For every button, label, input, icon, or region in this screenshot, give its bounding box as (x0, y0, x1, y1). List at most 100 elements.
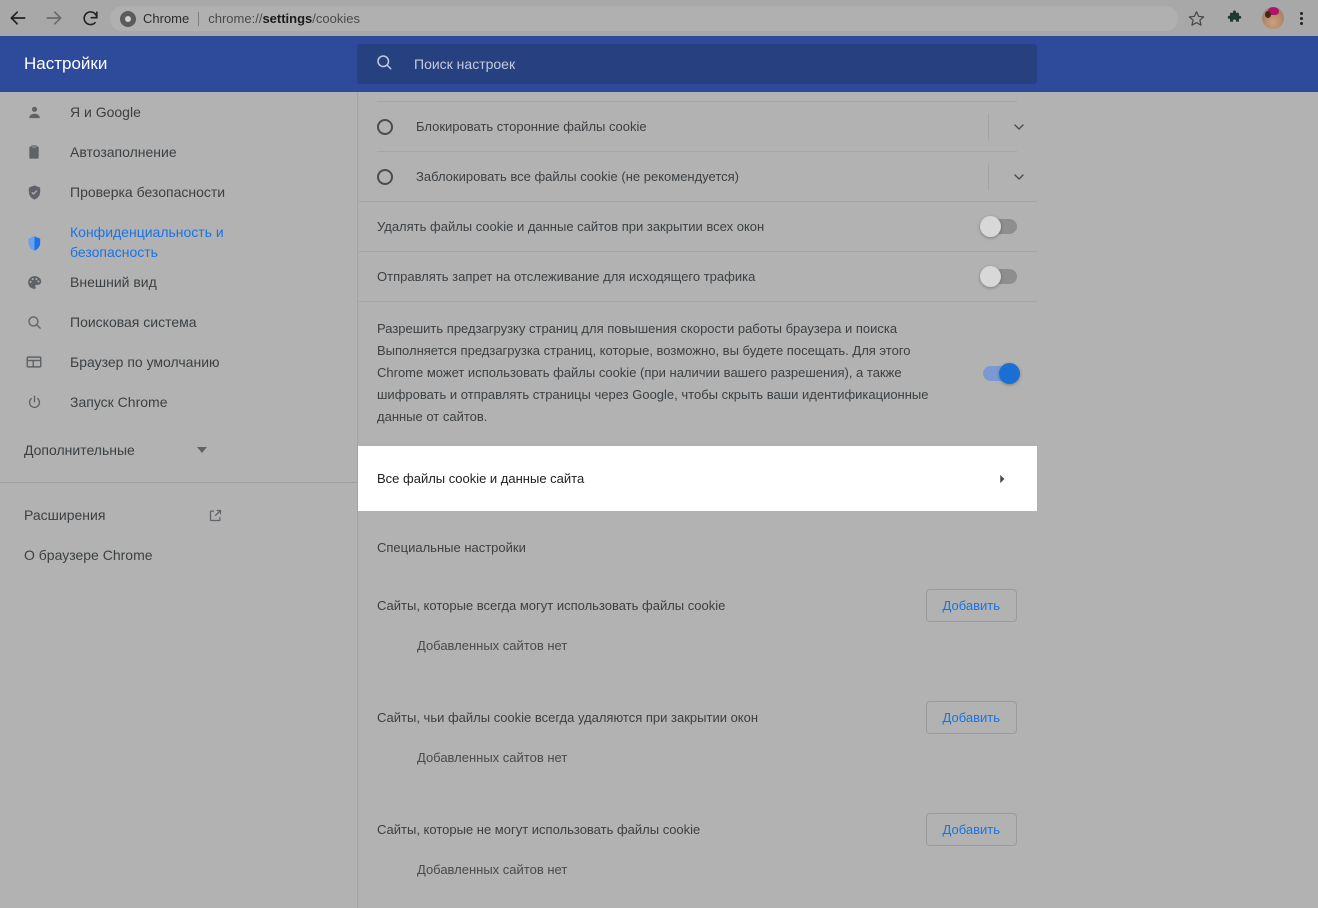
radio-button-icon[interactable] (377, 169, 393, 185)
add-button-clear-on-exit[interactable]: Добавить (926, 701, 1017, 734)
arrow-right-icon (44, 8, 64, 28)
row-separator (988, 114, 989, 140)
avatar[interactable] (1262, 7, 1284, 29)
clipboard-icon (24, 142, 44, 162)
forward-button[interactable] (36, 0, 72, 36)
shield-check-icon (24, 182, 44, 202)
sidebar-item-privacy-and-security[interactable]: Конфиденциальность и безопасность (0, 212, 357, 262)
sidebar-extensions-label: Расширения (24, 505, 208, 525)
window-icon (24, 352, 44, 372)
settings-content: Блокировать сторонние файлы cookie Забло… (357, 92, 1037, 908)
special-settings-title: Специальные настройки (357, 511, 1037, 557)
search-icon (24, 312, 44, 332)
sidebar-item-you-and-google[interactable]: Я и Google (0, 92, 357, 132)
extensions-button[interactable] (1226, 8, 1246, 28)
sidebar-item-advanced[interactable]: Дополнительные (0, 430, 357, 470)
radio-label: Блокировать сторонние файлы cookie (416, 119, 988, 134)
preload-text-block: Разрешить предзагрузку страниц для повыш… (377, 318, 983, 428)
permission-label: Сайты, которые всегда могут использовать… (377, 598, 926, 613)
radio-label: Заблокировать все файлы cookie (не реком… (416, 169, 988, 184)
sidebar-item-appearance[interactable]: Внешний вид (0, 262, 357, 302)
permission-label: Сайты, чьи файлы cookie всегда удаляются… (377, 710, 926, 725)
url-prefix: chrome:// (208, 11, 262, 26)
menu-dot (1300, 17, 1303, 20)
browser-toolbar: Chrome chrome://settings/cookies (0, 0, 1318, 36)
preload-title: Разрешить предзагрузку страниц для повыш… (377, 321, 897, 336)
settings-header: Настройки Поиск настроек (0, 36, 1318, 92)
reload-button[interactable] (72, 0, 108, 36)
preload-description: Выполняется предзагрузка страниц, которы… (377, 343, 929, 424)
shield-half-icon (24, 233, 44, 253)
sidebar-item-label: Поисковая система (70, 312, 197, 332)
sidebar-item-default-browser[interactable]: Браузер по умолчанию (0, 342, 357, 382)
back-button[interactable] (0, 0, 36, 36)
radio-row-block-third-party[interactable]: Блокировать сторонние файлы cookie (357, 102, 1037, 151)
toggle-row-clear-cookies-on-close[interactable]: Удалять файлы cookie и данные сайтов при… (357, 202, 1037, 251)
toggle-do-not-track[interactable] (983, 269, 1017, 284)
omnibox-separator (198, 12, 199, 26)
sidebar-item-label: Браузер по умолчанию (70, 352, 220, 372)
all-cookies-label: Все файлы cookie и данные сайта (377, 471, 995, 486)
search-icon (375, 53, 393, 76)
sidebar-item-autofill[interactable]: Автозаполнение (0, 132, 357, 172)
row-separator (988, 164, 989, 190)
toggle-thumb (980, 266, 1001, 287)
toggle-row-do-not-track[interactable]: Отправлять запрет на отслеживание для ис… (357, 252, 1037, 301)
sidebar-item-search-engine[interactable]: Поисковая система (0, 302, 357, 342)
permission-row-always-allow: Сайты, которые всегда могут использовать… (357, 573, 1037, 637)
toggle-label: Удалять файлы cookie и данные сайтов при… (377, 219, 983, 234)
reload-icon (81, 9, 100, 28)
chevron-down-icon[interactable] (1009, 117, 1029, 137)
chrome-menu-button[interactable] (1290, 7, 1312, 29)
add-button-always-allow[interactable]: Добавить (926, 589, 1017, 622)
permission-row-block: Сайты, которые не могут использовать фай… (357, 797, 1037, 861)
toggle-preload-pages[interactable] (983, 366, 1017, 381)
chevron-down-icon (197, 447, 207, 453)
address-bar[interactable]: Chrome chrome://settings/cookies (110, 6, 1178, 31)
site-chip-label: Chrome (143, 11, 189, 26)
sidebar-item-safety-check[interactable]: Проверка безопасности (0, 172, 357, 212)
sidebar-item-label: Я и Google (70, 102, 141, 122)
sidebar-item-label: Проверка безопасности (70, 182, 225, 202)
toggle-label: Отправлять запрет на отслеживание для ис… (377, 269, 983, 284)
bookmark-star-icon (1188, 10, 1205, 27)
empty-state-block: Добавленных сайтов нет (357, 861, 1037, 879)
page-title: Настройки (24, 36, 107, 92)
palette-icon (24, 272, 44, 292)
sidebar-about-label: О браузере Chrome (24, 545, 333, 565)
address-bar-url: chrome://settings/cookies (208, 11, 360, 26)
url-bold-part: settings (262, 11, 312, 26)
sidebar-advanced-label: Дополнительные (24, 440, 197, 460)
all-cookies-and-site-data-row[interactable]: Все файлы cookie и данные сайта (357, 446, 1037, 511)
toggle-thumb (980, 216, 1001, 237)
sidebar-item-on-startup[interactable]: Запуск Chrome (0, 382, 357, 422)
bookmark-button[interactable] (1184, 6, 1208, 30)
content-right-gutter (1037, 92, 1318, 908)
radio-row-block-all[interactable]: Заблокировать все файлы cookie (не реком… (357, 152, 1037, 201)
sidebar-item-extensions[interactable]: Расширения (0, 495, 357, 535)
toggle-thumb (999, 363, 1020, 384)
permission-row-clear-on-exit: Сайты, чьи файлы cookie всегда удаляются… (357, 685, 1037, 749)
sidebar-item-label: Автозаполнение (70, 142, 177, 162)
toggle-clear-cookies-on-close[interactable] (983, 219, 1017, 234)
menu-dot (1300, 22, 1303, 25)
search-input[interactable]: Поиск настроек (414, 56, 515, 72)
chrome-logo-icon (120, 11, 136, 27)
puzzle-piece-icon (1227, 9, 1245, 27)
power-icon (24, 392, 44, 412)
sidebar-item-label: Внешний вид (70, 272, 157, 292)
chevron-down-icon[interactable] (1009, 167, 1029, 187)
empty-state-always-allow: Добавленных сайтов нет (357, 637, 1037, 655)
settings-sidebar: Я и Google Автозаполнение Проверка безоп… (0, 92, 357, 908)
search-settings-box[interactable]: Поиск настроек (357, 44, 1037, 84)
add-button-block[interactable]: Добавить (926, 813, 1017, 846)
url-suffix: /cookies (312, 11, 360, 26)
radio-button-icon[interactable] (377, 119, 393, 135)
empty-state-clear-on-exit: Добавленных сайтов нет (357, 749, 1037, 767)
chevron-right-icon (995, 472, 1009, 486)
sidebar-item-about-chrome[interactable]: О браузере Chrome (0, 535, 357, 575)
person-icon (24, 102, 44, 122)
sidebar-item-label: Запуск Chrome (70, 392, 167, 412)
toggle-row-preload-pages[interactable]: Разрешить предзагрузку страниц для повыш… (357, 302, 1037, 446)
open-in-new-icon (208, 508, 223, 523)
